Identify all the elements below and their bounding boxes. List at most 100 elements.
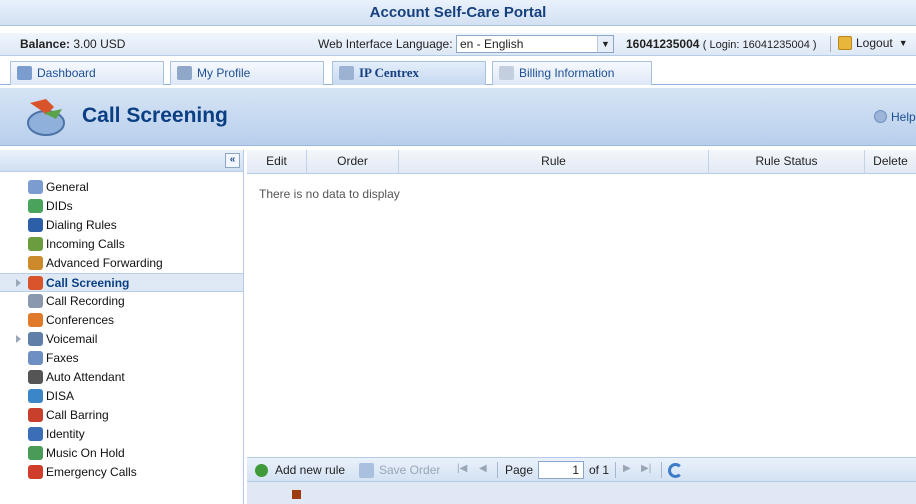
- column-edit[interactable]: Edit: [247, 150, 307, 174]
- call-screening-icon: [28, 276, 43, 290]
- sidebar-item-label: DISA: [46, 389, 75, 403]
- sidebar: « General DIDs Dialing Rules Incoming Ca…: [0, 150, 244, 504]
- app-title: Account Self-Care Portal: [0, 0, 916, 26]
- empty-message: There is no data to display: [259, 187, 400, 201]
- dashboard-icon: [17, 66, 32, 80]
- sidebar-header: «: [0, 150, 243, 172]
- logout-label: Logout: [856, 35, 893, 50]
- divider: [615, 462, 616, 478]
- balance-label: Balance:: [20, 37, 71, 51]
- sidebar-item-general[interactable]: General: [0, 178, 243, 197]
- tab-label: Billing Information: [519, 66, 615, 80]
- next-page-icon[interactable]: ▶: [623, 463, 631, 474]
- rules-grid: Edit Order Rule Rule Status Delete There…: [247, 150, 916, 504]
- sidebar-item-label: Incoming Calls: [46, 237, 125, 251]
- account-number: 16041235004: [626, 37, 700, 51]
- column-rule[interactable]: Rule: [399, 150, 709, 174]
- add-icon[interactable]: [255, 464, 268, 477]
- sidebar-item-call-screening[interactable]: Call Screening: [0, 273, 243, 292]
- voicemail-icon: [28, 332, 43, 346]
- sidebar-item-auto-attendant[interactable]: Auto Attendant: [0, 368, 243, 387]
- sidebar-item-call-recording[interactable]: Call Recording: [0, 292, 243, 311]
- sidebar-item-label: Conferences: [46, 313, 115, 327]
- recording-icon: [28, 294, 43, 308]
- call-barring-icon: [28, 408, 43, 422]
- profile-icon: [177, 66, 192, 80]
- account-info-bar: Balance: 3.00 USD Web Interface Language…: [0, 33, 916, 56]
- main-tabs: Dashboard My Profile IP Centrex Billing …: [0, 61, 916, 85]
- column-delete[interactable]: Delete: [865, 150, 916, 174]
- sidebar-item-label: Music On Hold: [46, 446, 125, 460]
- footer-bar: [247, 482, 916, 504]
- emergency-icon: [28, 465, 43, 479]
- tab-my-profile[interactable]: My Profile: [170, 61, 324, 85]
- sidebar-item-label: Advanced Forwarding: [46, 256, 163, 270]
- first-page-icon[interactable]: |◀: [457, 463, 467, 474]
- fax-icon: [28, 351, 43, 365]
- sidebar-item-disa[interactable]: DISA: [0, 387, 243, 406]
- lock-icon: [838, 35, 852, 50]
- sidebar-item-identity[interactable]: Identity: [0, 425, 243, 444]
- expand-arrow-icon[interactable]: [16, 279, 21, 287]
- refresh-icon[interactable]: [668, 463, 683, 478]
- logout-button[interactable]: Logout ▼: [838, 35, 908, 50]
- auto-attendant-icon: [28, 370, 43, 384]
- language-select[interactable]: en - English ▼: [456, 35, 614, 53]
- sidebar-item-advanced-forwarding[interactable]: Advanced Forwarding: [0, 254, 243, 273]
- save-order-button[interactable]: Save Order: [379, 463, 440, 477]
- dialpad-icon: [28, 218, 43, 232]
- previous-page-icon[interactable]: ◀: [479, 463, 487, 474]
- language-value: en - English: [460, 37, 524, 51]
- conference-icon: [28, 313, 43, 327]
- account-id: 16041235004 ( Login: 16041235004 ): [626, 37, 817, 51]
- expand-arrow-icon[interactable]: [16, 335, 21, 343]
- column-order[interactable]: Order: [307, 150, 399, 174]
- last-page-icon[interactable]: ▶|: [641, 463, 651, 474]
- help-icon: [874, 110, 887, 123]
- sidebar-item-dids[interactable]: DIDs: [0, 197, 243, 216]
- page-number-input[interactable]: 1: [538, 461, 584, 479]
- identity-icon: [28, 427, 43, 441]
- tab-billing-information[interactable]: Billing Information: [492, 61, 652, 85]
- music-icon: [28, 446, 43, 460]
- help-button[interactable]: Help: [874, 110, 916, 124]
- grid-header: Edit Order Rule Rule Status Delete: [247, 150, 916, 174]
- forwarding-icon: [28, 256, 43, 270]
- disa-icon: [28, 389, 43, 403]
- tab-dashboard[interactable]: Dashboard: [10, 61, 164, 85]
- column-rule-status[interactable]: Rule Status: [709, 150, 865, 174]
- tab-label: IP Centrex: [359, 65, 420, 80]
- sidebar-item-emergency-calls[interactable]: Emergency Calls: [0, 463, 243, 482]
- sidebar-item-label: DIDs: [46, 199, 73, 213]
- sidebar-item-voicemail[interactable]: Voicemail: [0, 330, 243, 349]
- sidebar-item-label: Call Barring: [46, 408, 109, 422]
- language-label: Web Interface Language:: [318, 37, 453, 51]
- add-new-rule-button[interactable]: Add new rule: [275, 463, 345, 477]
- sidebar-item-label: Identity: [46, 427, 85, 441]
- divider: [830, 36, 831, 52]
- balance: Balance: 3.00 USD: [20, 37, 125, 51]
- collapse-sidebar-button[interactable]: «: [225, 153, 240, 168]
- sidebar-item-label: Emergency Calls: [46, 465, 137, 479]
- sidebar-item-call-barring[interactable]: Call Barring: [0, 406, 243, 425]
- call-screening-icon: [27, 99, 65, 136]
- sidebar-item-conferences[interactable]: Conferences: [0, 311, 243, 330]
- tab-ip-centrex[interactable]: IP Centrex: [332, 61, 486, 85]
- chevron-down-icon[interactable]: ▼: [899, 38, 908, 48]
- incoming-call-icon: [28, 237, 43, 251]
- billing-icon: [499, 66, 514, 80]
- chevron-down-icon[interactable]: ▼: [597, 36, 613, 52]
- ip-centrex-icon: [339, 66, 354, 80]
- account-login: ( Login: 16041235004 ): [702, 39, 817, 51]
- sidebar-item-incoming-calls[interactable]: Incoming Calls: [0, 235, 243, 254]
- sidebar-item-dialing-rules[interactable]: Dialing Rules: [0, 216, 243, 235]
- page-header: Call Screening Help: [0, 88, 916, 146]
- sidebar-item-label: Call Screening: [46, 276, 130, 290]
- divider: [497, 462, 498, 478]
- sidebar-item-faxes[interactable]: Faxes: [0, 349, 243, 368]
- tab-label: My Profile: [197, 66, 251, 80]
- page-title: Call Screening: [82, 104, 228, 127]
- help-label: Help: [891, 110, 916, 124]
- sidebar-item-music-on-hold[interactable]: Music On Hold: [0, 444, 243, 463]
- sidebar-item-label: Auto Attendant: [46, 370, 125, 384]
